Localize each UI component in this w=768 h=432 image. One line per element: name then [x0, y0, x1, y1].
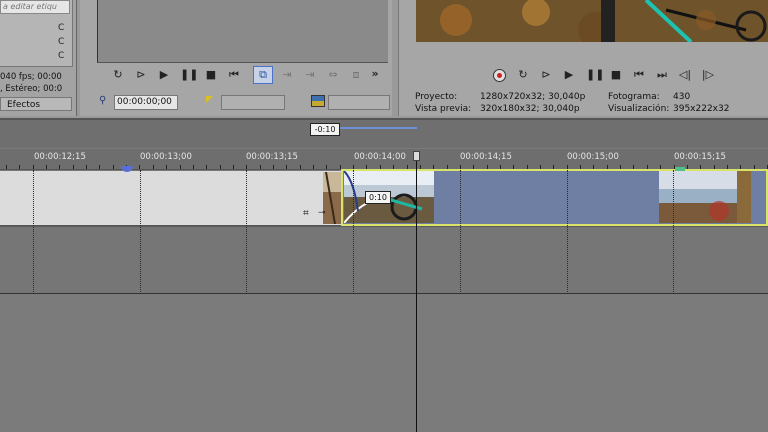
go-to-end-icon[interactable]: ⏭ [655, 68, 669, 82]
media-properties-line: 040 fps; 00:00 [0, 72, 62, 82]
timeline-header-bar [0, 118, 768, 148]
trimmer-view[interactable] [97, 0, 388, 63]
add-to-timeline-icon[interactable]: ⇥ [280, 68, 294, 82]
create-selection-button[interactable]: ⧉ [253, 66, 273, 84]
in-point-field[interactable] [221, 95, 285, 110]
empty-track-area[interactable] [0, 294, 768, 432]
loop-region-bar[interactable] [340, 127, 417, 129]
ruler-tick [206, 165, 207, 169]
grid-line [33, 170, 34, 294]
ruler-tick [6, 165, 7, 169]
ruler-tick [313, 165, 314, 169]
list-item[interactable]: C [58, 23, 68, 33]
play-from-start-icon[interactable]: ⊳ [539, 68, 553, 82]
grid-line [140, 170, 141, 294]
ruler-tick [46, 165, 47, 169]
thumbnail-icon[interactable] [311, 95, 325, 107]
ruler-tick [246, 165, 247, 169]
grid-line [460, 170, 461, 294]
ruler-ticks [0, 149, 768, 169]
playhead-handle[interactable] [413, 151, 420, 161]
ruler-tick [59, 165, 60, 169]
play-icon[interactable]: ▶ [157, 68, 171, 82]
stop-icon[interactable]: ■ [204, 68, 218, 82]
ruler-tick [139, 165, 140, 169]
video-event-generated[interactable] [0, 171, 343, 226]
previous-frame-icon[interactable]: ◁| [678, 68, 692, 82]
pause-icon[interactable]: ❚❚ [586, 68, 604, 82]
ruler-tick [19, 165, 20, 169]
grid-line [246, 170, 247, 294]
grid-line [567, 170, 568, 294]
fade-length-label: 0:10 [365, 191, 391, 204]
play-icon[interactable]: ▶ [562, 68, 576, 82]
media-properties-line: , Estéreo; 00:0 [0, 84, 63, 94]
ruler-tick [73, 165, 74, 169]
ruler-tick [260, 165, 261, 169]
ruler-tick [286, 165, 287, 169]
ruler-tick [86, 165, 87, 169]
play-from-start-icon[interactable]: ⊳ [134, 68, 148, 82]
ruler-tick [166, 165, 167, 169]
loop-icon[interactable]: ↻ [111, 68, 125, 82]
go-to-start-icon[interactable]: ⏮ [632, 68, 646, 82]
preview-image [416, 0, 768, 42]
tag-search-input[interactable]: a editar etiqu [0, 0, 70, 14]
ruler-tick [193, 165, 194, 169]
ruler-tick [99, 165, 100, 169]
ruler-tick [300, 165, 301, 169]
display-value: 395x222x32 [673, 104, 730, 114]
audio-track[interactable] [0, 226, 768, 294]
record-button[interactable] [493, 69, 506, 82]
display-label: Visualización: [608, 104, 670, 114]
create-selection-icon: ⧉ [259, 68, 267, 81]
crop-icon[interactable]: ⌗ [303, 208, 309, 219]
event-thumbnail [323, 172, 342, 224]
marker-icon[interactable]: ⚲ [99, 95, 106, 106]
more-icon[interactable]: » [368, 67, 382, 81]
grid-line [673, 170, 674, 294]
out-point-field[interactable] [328, 95, 390, 110]
overwrite-icon[interactable]: ⇥ [303, 68, 317, 82]
ruler-tick [326, 165, 327, 169]
next-frame-icon[interactable]: |▷ [701, 68, 715, 82]
grid-line [353, 170, 354, 294]
ruler-tick [33, 165, 34, 169]
list-item[interactable]: C [58, 51, 68, 61]
thumbnail-image [323, 172, 342, 224]
split-icon[interactable]: ⧈ [349, 68, 363, 82]
in-point-icon[interactable] [206, 96, 213, 103]
go-to-start-icon[interactable]: ⏮ [227, 68, 241, 82]
ruler-tick [153, 165, 154, 169]
ruler-tick [273, 165, 274, 169]
preview-value: 320x180x32; 30,040p [480, 104, 580, 114]
video-preview-frame [416, 0, 768, 42]
list-item[interactable]: C [58, 37, 68, 47]
playhead-cursor[interactable] [416, 152, 417, 432]
ruler-tick [180, 165, 181, 169]
media-properties-text: 040 fps; 00:00 , Estéreo; 00:0 [0, 71, 74, 95]
ruler-tick [220, 165, 221, 169]
ruler-tick [113, 165, 114, 169]
frame-label: Fotograma: [608, 92, 660, 102]
tab-effects[interactable]: Efectos [0, 97, 72, 111]
stop-icon[interactable]: ■ [609, 68, 623, 82]
trimmer-time-field[interactable]: 00:00:00;00 [114, 95, 178, 110]
loop-icon[interactable]: ↻ [516, 68, 530, 82]
pause-icon[interactable]: ❚❚ [180, 68, 198, 82]
loop-region-length[interactable]: -0:10 [310, 123, 340, 136]
fit-icon[interactable]: ⇔ [326, 68, 340, 82]
record-icon [497, 73, 502, 78]
event-marker[interactable] [675, 167, 685, 171]
ruler-tick [233, 165, 234, 169]
event-fx-icon[interactable]: ⊸ [318, 208, 326, 218]
frame-value: 430 [673, 92, 691, 102]
project-label: Proyecto: [415, 92, 458, 102]
preview-label: Vista previa: [415, 104, 472, 114]
project-value: 1280x720x32; 30,040p [480, 92, 586, 102]
